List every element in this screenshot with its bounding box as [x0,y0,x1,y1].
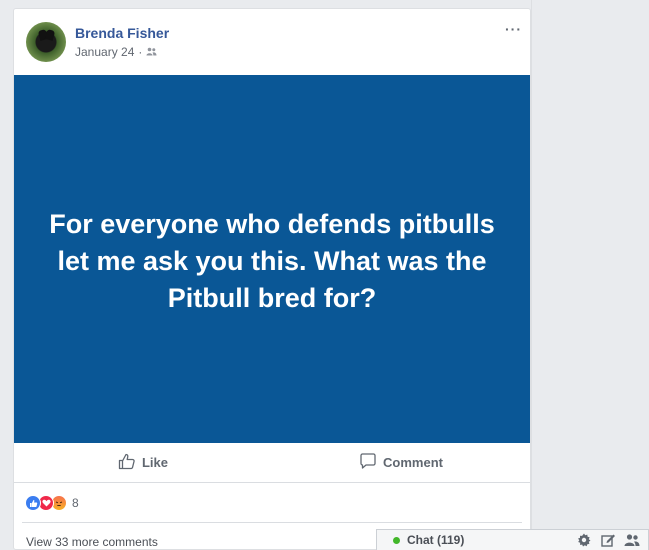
comment-button[interactable]: Comment [272,443,530,482]
reaction-count: 8 [72,496,79,510]
chat-label[interactable]: Chat (119) [407,533,464,547]
people-icon[interactable] [624,532,640,548]
post-image-text: For everyone who defends pitbulls let me… [49,209,495,313]
post-card: Brenda Fisher January 24 · ··· For every… [13,8,531,550]
like-button[interactable]: Like [14,443,272,482]
more-options-button[interactable]: ··· [505,21,522,37]
post-header: Brenda Fisher January 24 · ··· [14,9,532,75]
post-meta: January 24 · [75,45,157,59]
comment-icon [359,452,377,473]
compose-icon[interactable] [600,532,616,548]
thumbs-up-icon [118,453,136,473]
post-image[interactable]: For everyone who defends pitbulls let me… [14,75,530,443]
like-label: Like [141,455,168,470]
gear-icon[interactable] [576,532,592,548]
post-date[interactable]: January 24 [75,45,134,59]
chat-icons [576,532,640,548]
view-more-comments-link[interactable]: View 33 more comments [26,535,158,549]
like-reaction-icon [25,495,41,511]
friends-icon[interactable] [146,45,157,59]
avatar[interactable] [26,22,66,62]
reactions-summary[interactable]: 8 [25,493,79,513]
comment-label: Comment [383,455,443,470]
comments-divider [22,522,522,523]
online-status-icon [393,536,400,544]
page-divider [531,0,532,529]
post-actions: Like Comment [14,443,530,483]
chat-bar[interactable]: Chat (119) [376,529,649,550]
meta-separator: · [138,45,143,59]
author-name[interactable]: Brenda Fisher [75,25,169,41]
